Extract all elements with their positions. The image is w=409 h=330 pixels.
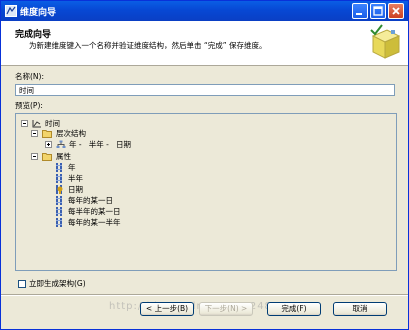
title-bar[interactable]: 维度向导 xyxy=(1,1,408,21)
attribute-label: 年 xyxy=(68,163,76,172)
cancel-button[interactable]: 取消 xyxy=(333,302,387,316)
attribute-icon xyxy=(56,196,62,205)
next-button[interactable]: 下一步(N) > xyxy=(199,302,253,316)
attribute-label: 日期 xyxy=(68,185,83,194)
close-button[interactable] xyxy=(388,3,404,19)
dimension-icon xyxy=(32,120,41,128)
dimension-cube-icon xyxy=(370,24,401,59)
page-description: 为新建维度键入一个名称并验证维度结构，然后单击 “完成” 保存维度。 xyxy=(29,41,267,50)
attribute-label: 每年的某一日 xyxy=(68,196,113,205)
folder-open-icon xyxy=(42,130,52,138)
attribute-label: 每年的某一半年 xyxy=(68,218,121,227)
generate-schema-label[interactable]: 立即生成架构(G) xyxy=(29,278,86,289)
watermark-text: http://blog.csdn.net/mn2481 xyxy=(109,301,280,312)
hierarchy-icon xyxy=(56,140,66,148)
attribute-label: 半年 xyxy=(68,174,83,183)
preview-tree[interactable]: 时间 层次结构 年 - 半年 - 日期 属性 年 半年 日期 每年的某一日 每半… xyxy=(15,113,397,271)
attribute-icon xyxy=(56,174,62,183)
minimize-icon xyxy=(356,13,362,15)
minimize-button[interactable] xyxy=(352,3,368,19)
maximize-button[interactable] xyxy=(370,3,386,19)
name-label: 名称(N): xyxy=(15,72,44,81)
wizard-header: 完成向导 为新建维度键入一个名称并验证维度结构，然后单击 “完成” 保存维度。 xyxy=(1,21,408,66)
dialog-window: 维度向导 完成向导 为新建维度键入一个名称并验证维度结构，然后单击 “完成” 保… xyxy=(0,0,409,330)
button-separator xyxy=(1,294,408,296)
key-attribute-icon xyxy=(56,185,63,194)
generate-schema-checkbox[interactable] xyxy=(18,280,26,288)
attribute-label: 每半年的某一日 xyxy=(68,207,121,216)
maximize-icon xyxy=(373,6,383,16)
folder-open-icon xyxy=(42,153,52,161)
expand-icon[interactable] xyxy=(45,141,52,148)
hierarchy-label: 年 - 半年 - 日期 xyxy=(69,140,131,149)
attribute-icon xyxy=(56,163,62,172)
attributes-folder-label: 属性 xyxy=(56,152,71,161)
collapse-icon[interactable] xyxy=(31,130,38,137)
collapse-icon[interactable] xyxy=(21,120,28,127)
page-title: 完成向导 xyxy=(15,30,52,40)
attribute-icon xyxy=(56,207,62,216)
collapse-icon[interactable] xyxy=(31,153,38,160)
attribute-icon xyxy=(56,218,62,227)
hierarchies-folder-label: 层次结构 xyxy=(56,129,86,138)
back-button[interactable]: < 上一步(B) xyxy=(140,302,194,316)
close-icon xyxy=(392,7,400,15)
preview-label: 预览(P): xyxy=(15,101,43,110)
app-icon xyxy=(5,5,17,17)
finish-button[interactable]: 完成(F) xyxy=(267,302,321,316)
window-title: 维度向导 xyxy=(20,8,57,18)
dimension-name-input[interactable] xyxy=(15,84,395,96)
